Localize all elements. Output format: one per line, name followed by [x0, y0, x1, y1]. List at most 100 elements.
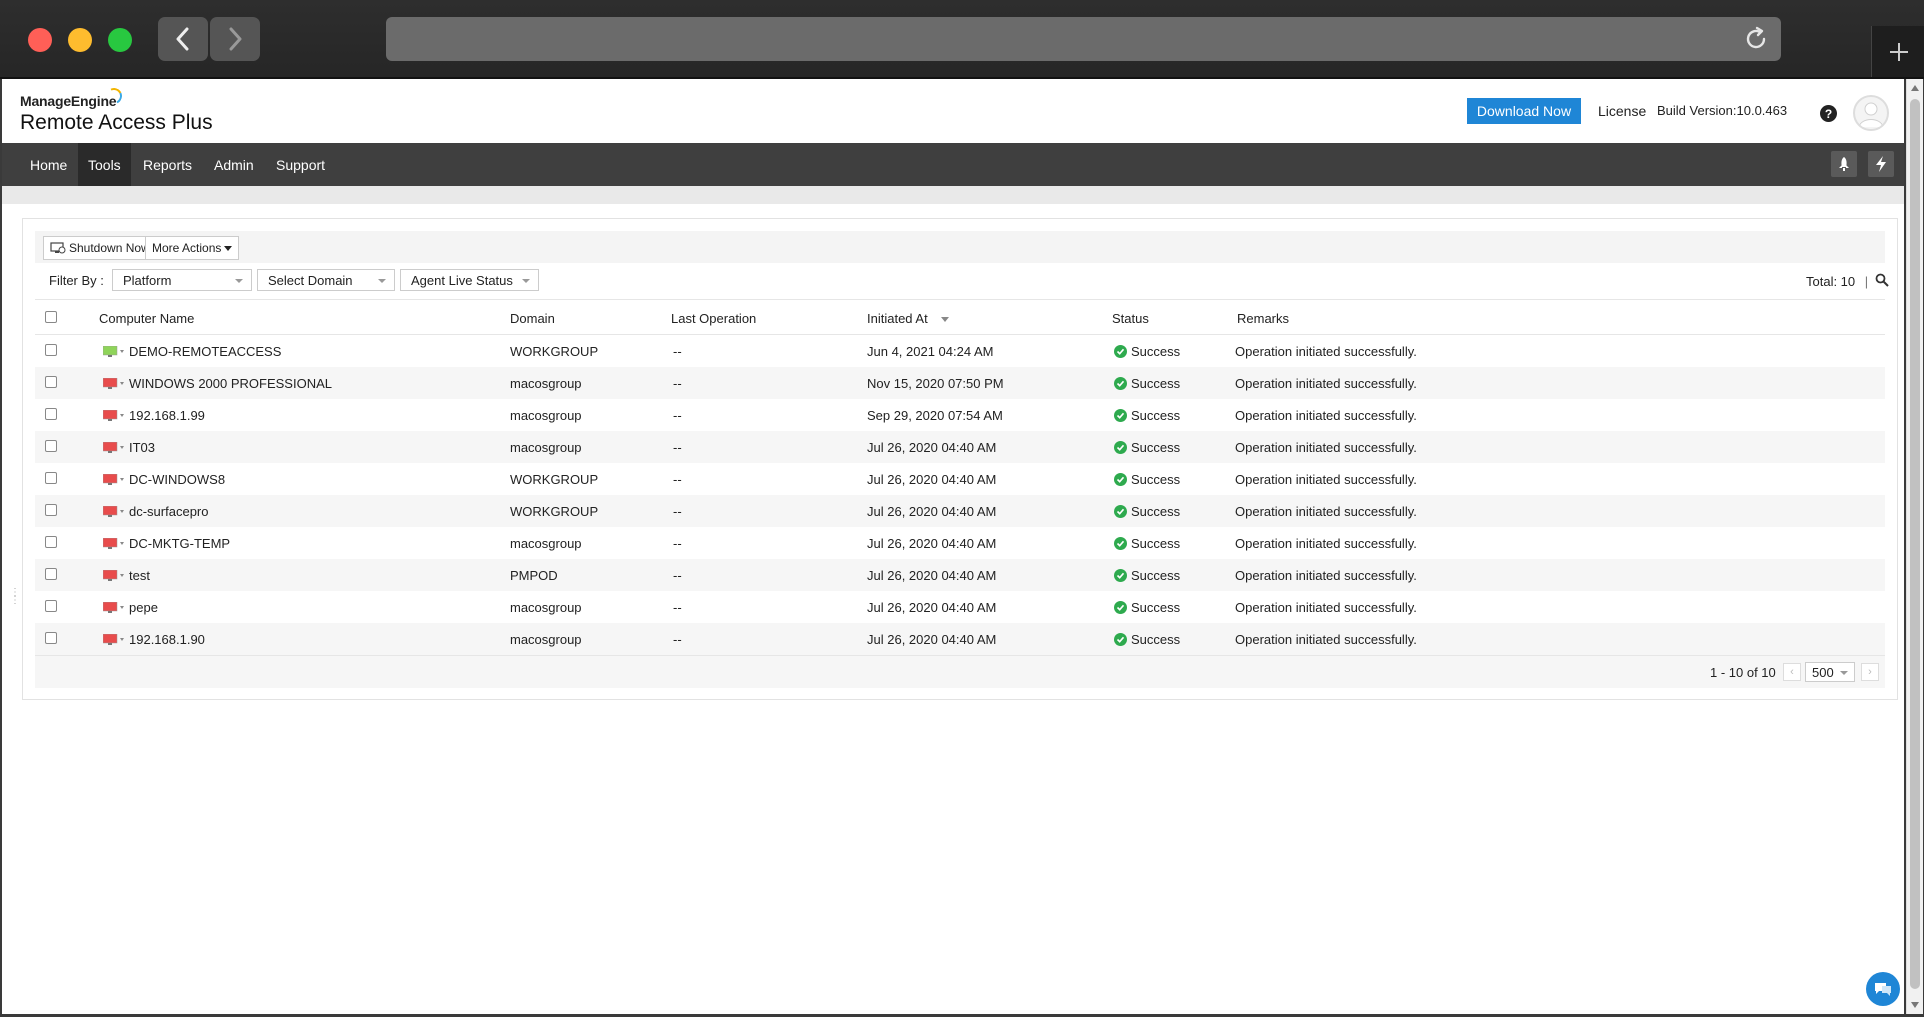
agent-status-select[interactable]: Agent Live Status: [400, 269, 539, 291]
close-window-button[interactable]: [28, 28, 52, 52]
col-remarks[interactable]: Remarks: [1237, 311, 1289, 326]
computer-icon: [103, 538, 124, 549]
download-now-button[interactable]: Download Now: [1467, 98, 1581, 124]
address-bar[interactable]: [386, 17, 1781, 61]
sidebar-toggle-handle[interactable]: ⋮ ⋮: [10, 588, 20, 619]
status-badge: Success: [1114, 472, 1180, 487]
minimize-window-button[interactable]: [68, 28, 92, 52]
table-row[interactable]: 192.168.1.99 macosgroup -- Sep 29, 2020 07:…: [35, 399, 1885, 431]
row-checkbox[interactable]: [45, 376, 57, 388]
maximize-window-button[interactable]: [108, 28, 132, 52]
menu-reports[interactable]: Reports: [133, 143, 202, 186]
menu-admin[interactable]: Admin: [204, 143, 264, 186]
table-row[interactable]: DEMO-REMOTEACCESS WORKGROUP -- Jun 4, 2021 …: [35, 335, 1885, 367]
row-checkbox[interactable]: [45, 344, 57, 356]
select-all-checkbox[interactable]: [45, 311, 57, 323]
platform-select[interactable]: Platform: [112, 269, 252, 291]
row-checkbox[interactable]: [45, 408, 57, 420]
remarks-cell: Operation initiated successfully.: [1235, 344, 1417, 359]
col-last-operation[interactable]: Last Operation: [671, 311, 756, 326]
computer-name-link[interactable]: test: [129, 568, 150, 583]
reload-icon[interactable]: [1743, 26, 1769, 52]
col-computer-name[interactable]: Computer Name: [99, 311, 194, 326]
status-badge: Success: [1114, 600, 1180, 615]
computer-name-link[interactable]: dc-surfacepro: [129, 504, 208, 519]
domain-select[interactable]: Select Domain: [257, 269, 395, 291]
computer-icon: [103, 570, 124, 581]
last-operation-cell: --: [673, 376, 682, 391]
new-tab-button[interactable]: [1871, 26, 1924, 77]
domain-cell: macosgroup: [510, 632, 582, 647]
status-text: Success: [1131, 472, 1181, 487]
back-button[interactable]: [158, 17, 208, 61]
check-circle-icon: [1114, 569, 1127, 582]
table-row[interactable]: pepe macosgroup -- Jul 26, 2020 04:40 AM Suc…: [35, 591, 1885, 623]
remarks-cell: Operation initiated successfully.: [1235, 568, 1417, 583]
total-separator: |: [1864, 274, 1869, 289]
domain-cell: macosgroup: [510, 376, 582, 391]
shutdown-now-button[interactable]: Shutdown Now: [43, 236, 157, 260]
col-status[interactable]: Status: [1112, 311, 1149, 326]
computer-name-link[interactable]: DC-WINDOWS8: [129, 472, 225, 487]
computer-name-link[interactable]: WINDOWS 2000 PROFESSIONAL: [129, 376, 332, 391]
forward-button[interactable]: [210, 17, 260, 61]
search-icon[interactable]: [1875, 273, 1889, 287]
table-row[interactable]: WINDOWS 2000 PROFESSIONAL macosgroup -- Nov…: [35, 367, 1885, 399]
row-checkbox[interactable]: [45, 536, 57, 548]
sort-desc-icon: [941, 317, 950, 323]
help-icon[interactable]: ?: [1820, 105, 1837, 122]
computer-name-link[interactable]: 192.168.1.99: [129, 408, 205, 423]
last-operation-cell: --: [673, 344, 682, 359]
initiated-at-cell: Sep 29, 2020 07:54 AM: [867, 408, 1003, 423]
pagination: 1 - 10 of 10 ‹ 500 ›: [35, 655, 1885, 688]
license-link[interactable]: License: [1598, 103, 1646, 119]
remarks-cell: Operation initiated successfully.: [1235, 472, 1417, 487]
computer-name-link[interactable]: pepe: [129, 600, 158, 615]
prev-page-button[interactable]: ‹: [1783, 663, 1801, 681]
computer-name-link[interactable]: IT03: [129, 440, 155, 455]
table-row[interactable]: DC-MKTG-TEMP macosgroup -- Jul 26, 2020 04:…: [35, 527, 1885, 559]
col-initiated-at[interactable]: Initiated At: [867, 311, 950, 326]
row-checkbox[interactable]: [45, 600, 57, 612]
page-range: 1 - 10 of 10: [1710, 665, 1776, 680]
last-operation-cell: --: [673, 568, 682, 583]
row-checkbox[interactable]: [45, 632, 57, 644]
status-text: Success: [1131, 568, 1181, 583]
row-checkbox[interactable]: [45, 568, 57, 580]
menu-support[interactable]: Support: [266, 143, 335, 186]
scrollbar-thumb[interactable]: [1910, 99, 1920, 989]
status-text: Success: [1131, 632, 1181, 647]
scroll-up-icon[interactable]: [1911, 85, 1919, 91]
vertical-scrollbar[interactable]: [1906, 79, 1923, 1014]
row-checkbox[interactable]: [45, 440, 57, 452]
quick-actions-button[interactable]: [1868, 151, 1894, 177]
row-checkbox[interactable]: [45, 472, 57, 484]
table-row[interactable]: DC-WINDOWS8 WORKGROUP -- Jul 26, 2020 04:40…: [35, 463, 1885, 495]
plus-icon: [1889, 42, 1908, 61]
table-row[interactable]: 192.168.1.90 macosgroup -- Jul 26, 2020 04:…: [35, 623, 1885, 655]
last-operation-cell: --: [673, 440, 682, 455]
table-row[interactable]: test PMPOD -- Jul 26, 2020 04:40 AM Success O…: [35, 559, 1885, 591]
avatar[interactable]: [1853, 95, 1889, 131]
row-checkbox[interactable]: [45, 504, 57, 516]
more-actions-dropdown[interactable]: More Actions: [145, 236, 240, 260]
col-domain[interactable]: Domain: [510, 311, 555, 326]
table-row[interactable]: dc-surfacepro WORKGROUP -- Jul 26, 2020 04:…: [35, 495, 1885, 527]
status-text: Success: [1131, 440, 1181, 455]
menu-tools[interactable]: Tools: [78, 143, 131, 186]
table-row[interactable]: IT03 macosgroup -- Jul 26, 2020 04:40 AM Suc…: [35, 431, 1885, 463]
quick-launch-button[interactable]: [1831, 151, 1857, 177]
chat-button[interactable]: [1866, 972, 1900, 1006]
status-badge: Success: [1114, 408, 1180, 423]
status-badge: Success: [1114, 632, 1180, 647]
next-page-button[interactable]: ›: [1861, 663, 1879, 681]
domain-cell: macosgroup: [510, 440, 582, 455]
scroll-down-icon[interactable]: [1911, 1002, 1919, 1008]
menu-home[interactable]: Home: [20, 143, 77, 186]
computer-name-link[interactable]: 192.168.1.90: [129, 632, 205, 647]
computer-name-link[interactable]: DEMO-REMOTEACCESS: [129, 344, 281, 359]
computer-name-link[interactable]: DC-MKTG-TEMP: [129, 536, 230, 551]
page-size-select[interactable]: 500: [1805, 662, 1855, 682]
domain-select-value: Select Domain: [268, 272, 353, 288]
computer-icon: [103, 378, 124, 389]
